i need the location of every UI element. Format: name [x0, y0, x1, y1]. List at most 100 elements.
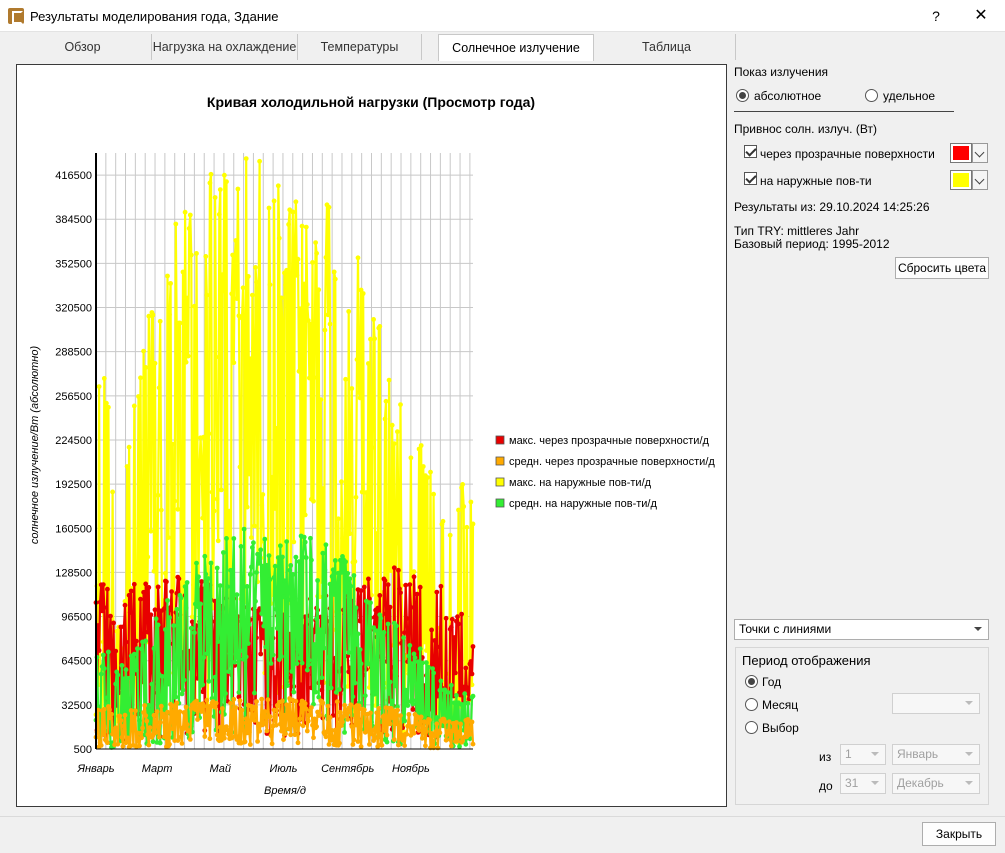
- radio-specific-label[interactable]: удельное: [883, 89, 935, 103]
- radio-period-select-label[interactable]: Выбор: [762, 721, 799, 735]
- color-swatch-external[interactable]: [950, 170, 972, 190]
- radio-absolute-label[interactable]: абсолютное: [754, 89, 821, 103]
- series-point: [288, 732, 294, 738]
- series-point: [148, 612, 154, 618]
- series-point: [358, 661, 364, 667]
- series-point: [424, 648, 429, 653]
- radio-period-year-label[interactable]: Год: [762, 675, 781, 689]
- series-point: [262, 536, 268, 542]
- series-point: [150, 312, 156, 318]
- series-point: [337, 740, 342, 746]
- series-point: [443, 615, 449, 621]
- series-point: [257, 552, 262, 558]
- series-point: [284, 539, 289, 544]
- series-point: [417, 584, 423, 590]
- to-day-combo[interactable]: 31: [840, 773, 886, 794]
- series-point: [328, 685, 334, 691]
- series-point: [327, 321, 333, 327]
- to-month-combo[interactable]: Декабрь: [892, 773, 980, 794]
- series-point: [343, 559, 348, 565]
- color-swatch-transparent[interactable]: [950, 143, 972, 163]
- series-point: [152, 360, 158, 366]
- series-point: [379, 742, 385, 748]
- series-point: [221, 550, 226, 555]
- series-point: [418, 714, 424, 720]
- radio-period-month[interactable]: [745, 698, 758, 711]
- series-point: [416, 728, 422, 733]
- color-dropdown-external[interactable]: [972, 170, 988, 190]
- radio-period-month-label[interactable]: Месяц: [762, 698, 798, 712]
- radio-period-year[interactable]: [745, 675, 758, 688]
- series-point: [290, 209, 296, 215]
- reset-colors-button[interactable]: Сбросить цвета: [895, 257, 989, 279]
- series-point: [445, 690, 451, 695]
- series-point: [141, 655, 146, 661]
- series-point: [258, 547, 264, 553]
- series-point: [209, 489, 215, 495]
- checkbox-external-label[interactable]: на наружные пов-ти: [760, 174, 872, 188]
- checkbox-transparent-label[interactable]: через прозрачные поверхности: [760, 147, 935, 161]
- series-point: [368, 600, 373, 606]
- series-point: [455, 738, 460, 744]
- series-point: [469, 719, 475, 725]
- series-point: [154, 709, 160, 714]
- help-button[interactable]: ?: [922, 2, 950, 30]
- series-point: [208, 560, 214, 566]
- legend-entry: макс. через прозрачные поверхности/д: [509, 435, 709, 447]
- checkbox-transparent[interactable]: [744, 145, 757, 158]
- series-point: [455, 614, 460, 620]
- tab-temperatures[interactable]: Температуры: [298, 34, 422, 60]
- series-point: [326, 204, 332, 210]
- series-point: [432, 638, 438, 643]
- series-point: [133, 708, 138, 714]
- series-point: [165, 598, 170, 603]
- series-point: [186, 728, 192, 733]
- tab-overview[interactable]: Обзор: [14, 34, 152, 60]
- series-point: [293, 698, 299, 704]
- series-point: [468, 659, 474, 664]
- series-point: [324, 729, 330, 734]
- series-point: [181, 710, 187, 715]
- series-point: [234, 296, 240, 301]
- series-point: [307, 712, 312, 718]
- series-point: [381, 713, 387, 719]
- series-point: [240, 720, 246, 726]
- series-point: [311, 498, 316, 504]
- checkbox-external[interactable]: [744, 172, 757, 185]
- series-point: [226, 731, 232, 737]
- series-point: [356, 596, 362, 602]
- series-point: [344, 541, 349, 546]
- close-button[interactable]: Закрыть: [922, 822, 996, 846]
- series-point: [373, 725, 378, 731]
- month-combo[interactable]: [892, 693, 980, 714]
- radio-absolute[interactable]: [736, 89, 749, 102]
- series-point: [312, 375, 317, 380]
- chevron-down-icon: [965, 701, 973, 705]
- color-dropdown-transparent[interactable]: [972, 143, 988, 163]
- legend-swatch: [495, 456, 505, 466]
- series-point: [396, 567, 401, 573]
- series-point: [216, 212, 222, 217]
- tab-solar-radiation[interactable]: Солнечное излучение: [438, 34, 594, 61]
- series-point: [164, 579, 169, 585]
- from-day-combo[interactable]: 1: [840, 744, 886, 765]
- radio-specific[interactable]: [865, 89, 878, 102]
- close-window-button[interactable]: ✕: [966, 2, 996, 30]
- chevron-down-icon: [871, 752, 879, 756]
- series-point: [245, 641, 251, 646]
- series-point: [297, 655, 303, 661]
- series-point: [263, 719, 269, 725]
- from-month-combo[interactable]: Январь: [892, 744, 980, 765]
- plot-style-combo[interactable]: Точки с линиями: [734, 619, 989, 640]
- series-point: [309, 705, 314, 710]
- solar-gain-label: Привнос солн. излуч. (Вт): [734, 122, 877, 136]
- radio-period-select[interactable]: [745, 721, 758, 734]
- series-point: [165, 273, 170, 279]
- tab-table[interactable]: Таблица: [598, 34, 736, 60]
- series-point: [293, 554, 299, 560]
- series-point: [384, 739, 390, 745]
- series-point: [269, 741, 275, 747]
- tab-cooling-load[interactable]: Нагрузка на охлаждение: [152, 34, 298, 60]
- chevron-down-icon: [965, 752, 973, 756]
- series-point: [385, 621, 391, 627]
